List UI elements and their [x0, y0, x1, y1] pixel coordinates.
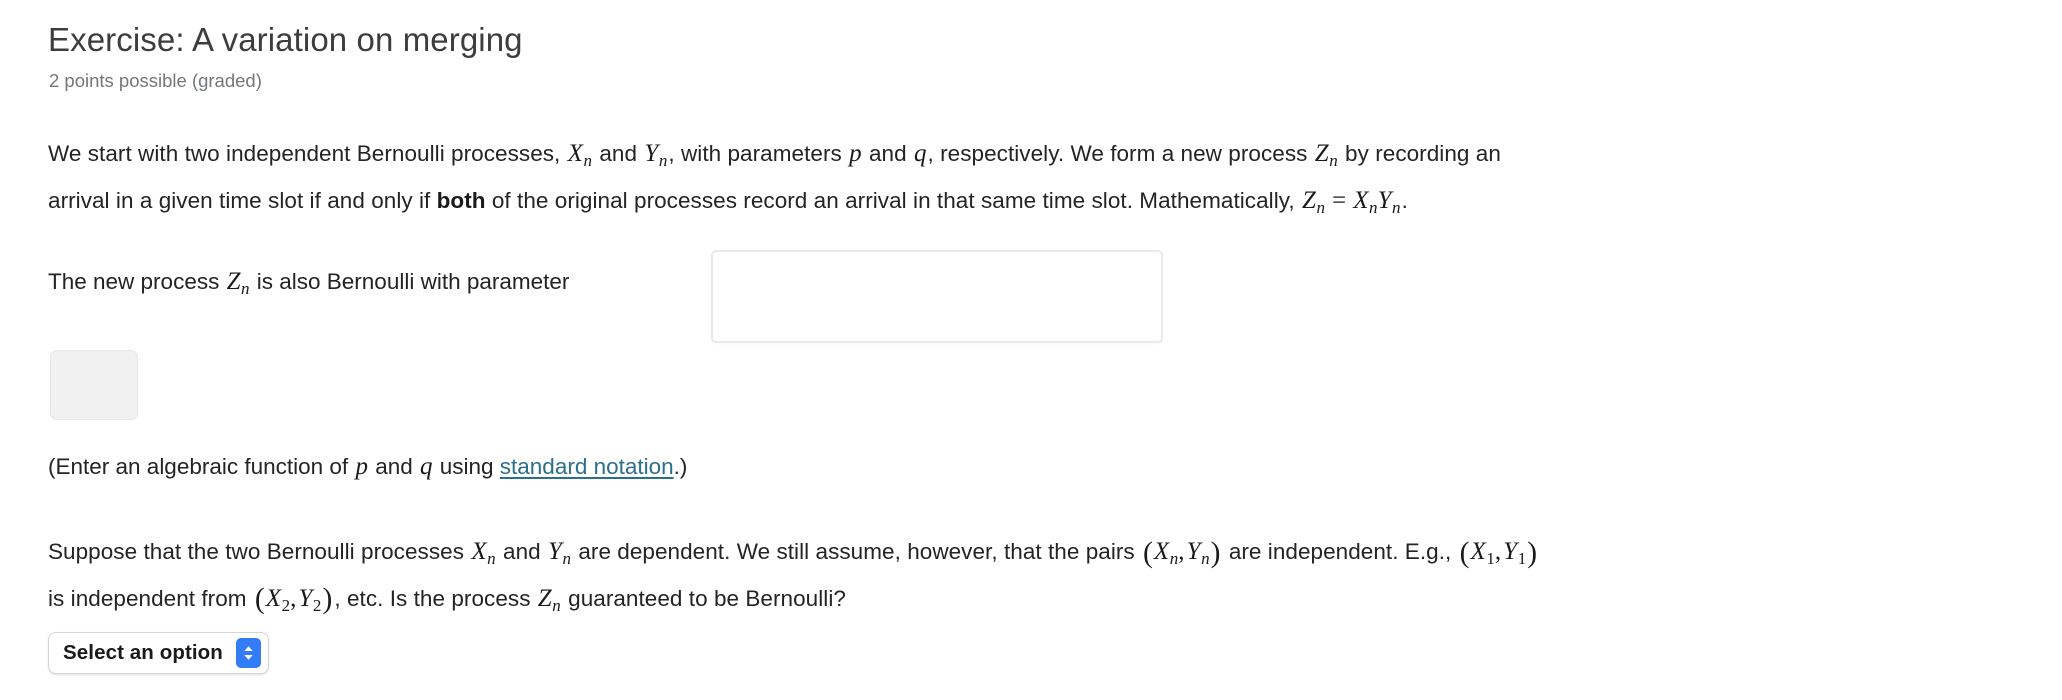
page-title: Exercise: A variation on merging: [48, 21, 523, 59]
emphasis-both: both: [436, 187, 486, 213]
math-q: q: [913, 140, 927, 167]
math-q: q: [419, 453, 433, 480]
points-possible-label: 2 points possible (graded): [49, 70, 262, 91]
math-p: p: [355, 453, 368, 480]
text-fragment: .: [1401, 187, 1408, 213]
math-Y-n: Yn: [548, 538, 572, 568]
text-fragment: are independent. E.g.,: [1222, 539, 1458, 564]
math-pair-X2-Y2: (X2,Y2): [254, 583, 333, 616]
answer-prompt: The new process Zn is also Bernoulli wit…: [48, 262, 569, 309]
text-fragment: Suppose that the two Bernoulli processes: [48, 539, 471, 564]
math-p: p: [849, 140, 862, 167]
text-fragment: , respectively. We form a new process: [927, 141, 1314, 166]
text-fragment: The new process: [48, 269, 226, 294]
text-fragment: guaranteed to be Bernoulli?: [561, 585, 846, 611]
text-fragment: and: [496, 539, 547, 564]
text-fragment: by recording an: [1338, 141, 1501, 166]
math-X-n: Xn: [471, 538, 496, 568]
answer-format-hint: (Enter an algebraic function of p and q …: [48, 447, 687, 487]
answer-input[interactable]: [711, 250, 1163, 343]
text-fragment: and: [862, 141, 913, 166]
answer-select[interactable]: Select an option: [48, 632, 269, 674]
exercise-page: Exercise: A variation on merging 2 point…: [0, 0, 2062, 700]
chevron-up-down-icon[interactable]: [235, 638, 261, 668]
text-fragment: , with parameters: [668, 141, 849, 166]
problem-statement: We start with two independent Bernoulli …: [48, 134, 1948, 228]
math-X-n: Xn: [567, 140, 593, 170]
text-fragment: and: [593, 141, 644, 166]
followup-question: Suppose that the two Bernoulli processes…: [48, 532, 2008, 626]
math-Zn-equals-XnYn: Zn = XnYn: [1302, 186, 1401, 217]
followup-question-line-1: Suppose that the two Bernoulli processes…: [48, 532, 2008, 579]
text-fragment: , etc. Is the process: [334, 585, 537, 611]
math-pair-Xn-Yn: (Xn,Yn): [1143, 536, 1221, 569]
text-fragment: We start with two independent Bernoulli …: [48, 141, 567, 166]
text-fragment: of the original processes record an arri…: [485, 187, 1301, 213]
text-fragment: using: [433, 454, 500, 479]
text-fragment: is independent from: [48, 585, 253, 611]
text-fragment: (Enter an algebraic function of: [48, 454, 355, 479]
text-fragment: are dependent. We still assume, however,…: [572, 539, 1142, 564]
problem-statement-line-2: arrival in a given time slot if and only…: [48, 181, 1948, 228]
problem-statement-line-1: We start with two independent Bernoulli …: [48, 134, 1948, 181]
followup-question-line-2: is independent from (X2,Y2), etc. Is the…: [48, 579, 2008, 626]
text-fragment: and: [368, 454, 419, 479]
text-fragment: is also Bernoulli with parameter: [250, 269, 570, 294]
math-Z-n: Zn: [226, 268, 250, 298]
answer-preview-box: [50, 350, 138, 420]
math-Y-n: Yn: [644, 140, 668, 170]
standard-notation-link[interactable]: standard notation: [500, 454, 674, 479]
text-fragment: .): [673, 454, 688, 479]
answer-select-value: Select an option: [63, 641, 223, 664]
math-Z-n: Zn: [537, 584, 561, 615]
math-pair-X1-Y1: (X1,Y1): [1459, 536, 1538, 569]
text-fragment: arrival in a given time slot if and only…: [48, 187, 437, 213]
math-Z-n: Zn: [1314, 140, 1338, 170]
